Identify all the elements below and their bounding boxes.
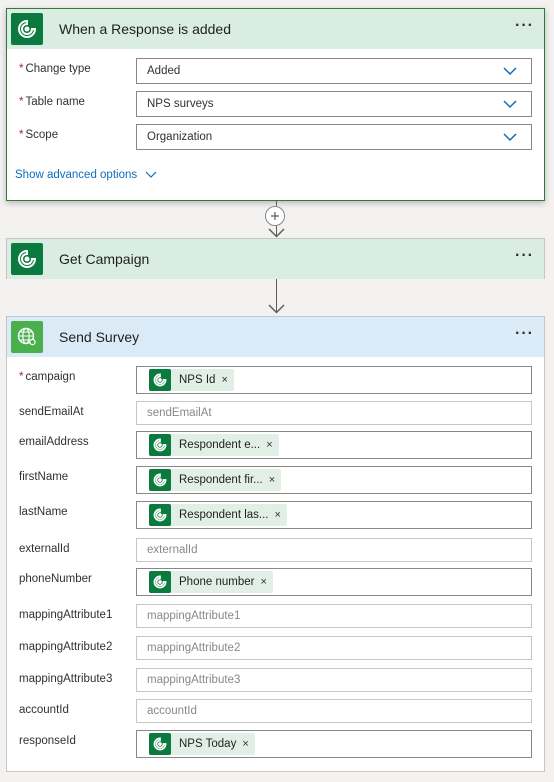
field-label: mappingAttribute2: [19, 641, 113, 653]
get-campaign-card[interactable]: Get Campaign ···: [6, 238, 545, 279]
remove-token-button[interactable]: ×: [260, 576, 266, 588]
trigger-menu-button[interactable]: ···: [515, 18, 534, 34]
remove-token-button[interactable]: ×: [275, 509, 281, 521]
field-label: accountId: [19, 704, 69, 716]
dataverse-icon: [149, 571, 171, 593]
account-id-input[interactable]: accountId: [136, 699, 532, 723]
field-campaign: * campaign NPS Id ×: [7, 366, 544, 394]
remove-token-button[interactable]: ×: [242, 738, 248, 750]
remove-token-button[interactable]: ×: [266, 439, 272, 451]
field-label: phoneNumber: [19, 573, 92, 585]
last-name-input[interactable]: Respondent las... ×: [136, 501, 532, 529]
scope-dropdown[interactable]: Organization: [136, 124, 532, 150]
get-campaign-header[interactable]: Get Campaign ···: [7, 239, 544, 279]
dynamic-content-token[interactable]: NPS Id ×: [149, 369, 234, 391]
field-scope: * Scope Organization: [7, 124, 544, 150]
send-survey-title: Send Survey: [59, 329, 140, 345]
field-label: * Change type: [19, 63, 91, 75]
field-label: sendEmailAt: [19, 406, 84, 418]
trigger-title: When a Response is added: [59, 21, 231, 37]
dataverse-icon: [149, 469, 171, 491]
send-survey-menu-button[interactable]: ···: [515, 326, 534, 342]
plus-icon: [271, 212, 279, 220]
field-mapping-attribute-1: mappingAttribute1 mappingAttribute1: [7, 604, 544, 630]
chevron-down-icon: [503, 133, 517, 142]
field-label: lastName: [19, 506, 68, 518]
external-id-input[interactable]: externalId: [136, 538, 532, 562]
field-label: * Scope: [19, 129, 59, 141]
chevron-down-icon: [145, 171, 157, 178]
field-first-name: firstName Respondent fir... ×: [7, 466, 544, 494]
send-survey-card[interactable]: Send Survey ··· * campaign NPS Id × sendE…: [6, 316, 545, 772]
field-email-address: emailAddress Respondent e... ×: [7, 431, 544, 459]
field-label: externalId: [19, 543, 70, 555]
response-id-input[interactable]: NPS Today ×: [136, 730, 532, 758]
field-mapping-attribute-3: mappingAttribute3 mappingAttribute3: [7, 668, 544, 694]
field-mapping-attribute-2: mappingAttribute2 mappingAttribute2: [7, 636, 544, 662]
add-step-button[interactable]: [265, 206, 285, 226]
dataverse-icon: [149, 369, 171, 391]
field-send-email-at: sendEmailAt sendEmailAt: [7, 401, 544, 427]
get-campaign-menu-button[interactable]: ···: [515, 248, 534, 264]
globe-icon: [11, 321, 43, 353]
trigger-card[interactable]: When a Response is added ··· * Change typ…: [6, 8, 545, 201]
field-last-name: lastName Respondent las... ×: [7, 501, 544, 529]
email-address-input[interactable]: Respondent e... ×: [136, 431, 532, 459]
dynamic-content-token[interactable]: Phone number ×: [149, 571, 273, 593]
mapping-attribute-2-input[interactable]: mappingAttribute2: [136, 636, 532, 660]
field-change-type: * Change type Added: [7, 58, 544, 84]
chevron-down-icon: [503, 100, 517, 109]
dynamic-content-token[interactable]: NPS Today ×: [149, 733, 255, 755]
field-label: responseId: [19, 735, 76, 747]
table-name-dropdown[interactable]: NPS surveys: [136, 91, 532, 117]
mapping-attribute-1-input[interactable]: mappingAttribute1: [136, 604, 532, 628]
field-external-id: externalId externalId: [7, 538, 544, 564]
field-label: mappingAttribute3: [19, 673, 113, 685]
dataverse-icon: [11, 13, 43, 45]
dataverse-icon: [149, 434, 171, 456]
field-account-id: accountId accountId: [7, 699, 544, 725]
trigger-header[interactable]: When a Response is added ···: [7, 9, 544, 49]
dynamic-content-token[interactable]: Respondent e... ×: [149, 434, 279, 456]
field-label: emailAddress: [19, 436, 89, 448]
field-table-name: * Table name NPS surveys: [7, 91, 544, 117]
send-survey-header[interactable]: Send Survey ···: [7, 317, 544, 357]
dynamic-content-token[interactable]: Respondent las... ×: [149, 504, 287, 526]
phone-number-input[interactable]: Phone number ×: [136, 568, 532, 596]
dataverse-icon: [149, 504, 171, 526]
get-campaign-title: Get Campaign: [59, 251, 150, 267]
send-email-at-input[interactable]: sendEmailAt: [136, 401, 532, 425]
show-advanced-options-link[interactable]: Show advanced options: [15, 169, 157, 181]
arrow-down-icon: [268, 304, 285, 314]
mapping-attribute-3-input[interactable]: mappingAttribute3: [136, 668, 532, 692]
field-response-id: responseId NPS Today ×: [7, 730, 544, 758]
remove-token-button[interactable]: ×: [221, 374, 227, 386]
dynamic-content-token[interactable]: Respondent fir... ×: [149, 469, 282, 491]
dataverse-icon: [11, 243, 43, 275]
campaign-input[interactable]: NPS Id ×: [136, 366, 532, 394]
arrow-down-icon: [268, 228, 285, 238]
first-name-input[interactable]: Respondent fir... ×: [136, 466, 532, 494]
dataverse-icon: [149, 733, 171, 755]
field-phone-number: phoneNumber Phone number ×: [7, 568, 544, 596]
change-type-dropdown[interactable]: Added: [136, 58, 532, 84]
field-label: firstName: [19, 471, 69, 483]
field-label: * Table name: [19, 96, 85, 108]
field-label: * campaign: [19, 371, 76, 383]
field-label: mappingAttribute1: [19, 609, 113, 621]
chevron-down-icon: [503, 67, 517, 76]
remove-token-button[interactable]: ×: [269, 474, 275, 486]
